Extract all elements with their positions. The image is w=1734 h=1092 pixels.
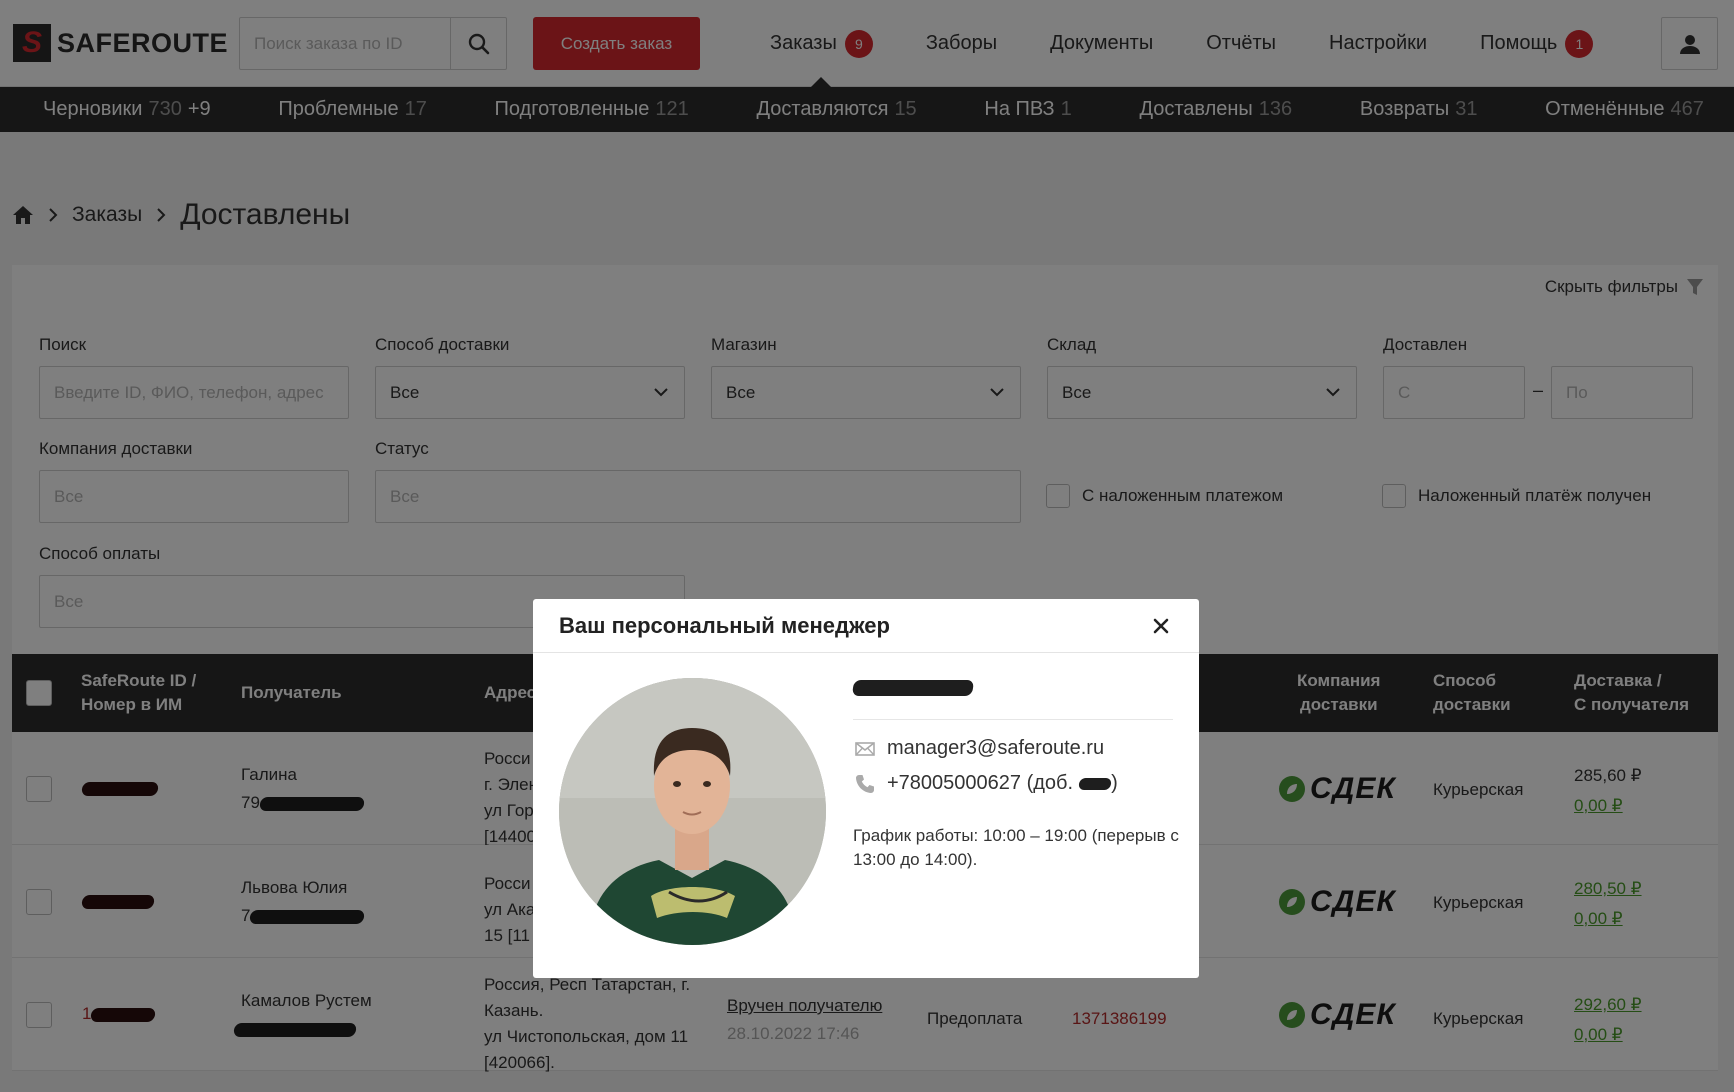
manager-phone[interactable]: +78005000627 (доб. ) xyxy=(853,772,1118,795)
avatar xyxy=(559,678,826,945)
modal-header: Ваш персональный менеджер xyxy=(533,599,1199,653)
close-icon[interactable] xyxy=(1149,614,1173,638)
mail-icon xyxy=(853,741,877,756)
manager-name-redacted xyxy=(851,679,975,697)
phone-icon xyxy=(853,774,877,794)
manager-modal: Ваш персональный менеджер manager3@safer… xyxy=(533,599,1199,978)
modal-title: Ваш персональный менеджер xyxy=(559,612,890,638)
manager-email[interactable]: manager3@saferoute.ru xyxy=(853,737,1104,760)
divider xyxy=(853,719,1173,720)
work-hours: График работы: 10:00 – 19:00 (перерыв с … xyxy=(853,826,1179,869)
